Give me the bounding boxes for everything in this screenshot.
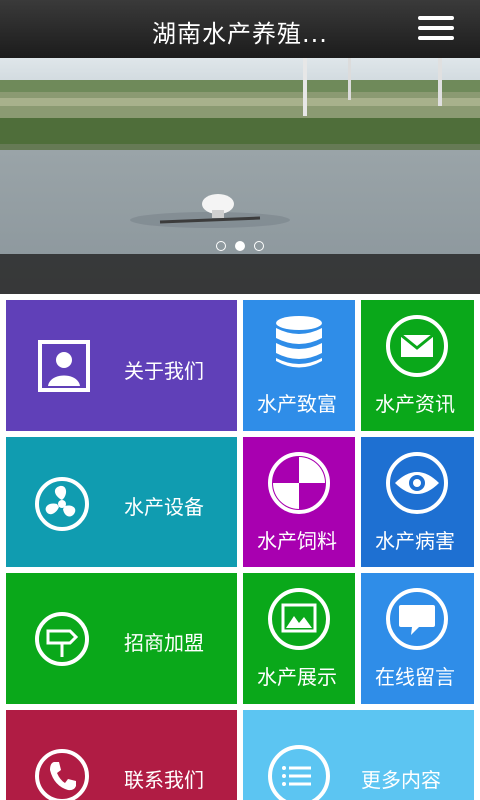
app-header: 湖南水产养殖... — [0, 0, 480, 58]
tile-more-content[interactable]: 更多内容 — [243, 710, 474, 800]
database-icon — [276, 316, 322, 368]
envelope-icon — [386, 315, 448, 377]
phone-icon — [35, 749, 89, 800]
tile-label: 水产致富 — [257, 392, 337, 416]
page-title: 湖南水产养殖... — [152, 20, 328, 48]
tile-about-us[interactable]: 关于我们 — [6, 300, 237, 431]
tile-aquaculture-rich[interactable]: 水产致富 — [243, 300, 355, 431]
chat-bubble-icon — [386, 588, 448, 650]
carousel-dot-active[interactable] — [235, 241, 245, 251]
tile-label: 联系我们 — [124, 768, 204, 792]
carousel-dot[interactable] — [215, 241, 226, 251]
tile-disease[interactable]: 水产病害 — [361, 437, 474, 567]
list-icon — [268, 745, 330, 800]
fan-icon — [35, 477, 89, 531]
banner-carousel[interactable] — [0, 58, 480, 294]
signpost-icon — [35, 612, 89, 666]
tile-label: 更多内容 — [361, 768, 441, 792]
picture-icon — [268, 588, 330, 650]
eye-icon — [386, 452, 448, 514]
tile-label: 水产设备 — [124, 495, 204, 519]
menu-icon[interactable] — [418, 14, 454, 42]
carousel-indicators — [0, 236, 480, 255]
tile-label: 水产饲料 — [257, 529, 337, 553]
carousel-dot[interactable] — [254, 241, 265, 251]
tile-label: 在线留言 — [375, 665, 455, 689]
person-photo-icon — [38, 340, 90, 392]
tile-feed[interactable]: 水产饲料 — [243, 437, 355, 567]
tile-contact-us[interactable]: 联系我们 — [6, 710, 237, 800]
tile-label: 水产病害 — [375, 529, 455, 553]
tile-online-message[interactable]: 在线留言 — [361, 573, 474, 704]
tile-equipment[interactable]: 水产设备 — [6, 437, 237, 567]
pie-icon — [268, 452, 330, 514]
tile-showcase[interactable]: 水产展示 — [243, 573, 355, 704]
tile-label: 招商加盟 — [124, 631, 204, 655]
tile-label: 水产资讯 — [375, 392, 455, 416]
tile-aquaculture-news[interactable]: 水产资讯 — [361, 300, 474, 431]
banner-caption-bar — [0, 254, 480, 294]
tile-label: 水产展示 — [257, 665, 337, 689]
tile-franchise[interactable]: 招商加盟 — [6, 573, 237, 704]
tile-label: 关于我们 — [124, 359, 204, 383]
